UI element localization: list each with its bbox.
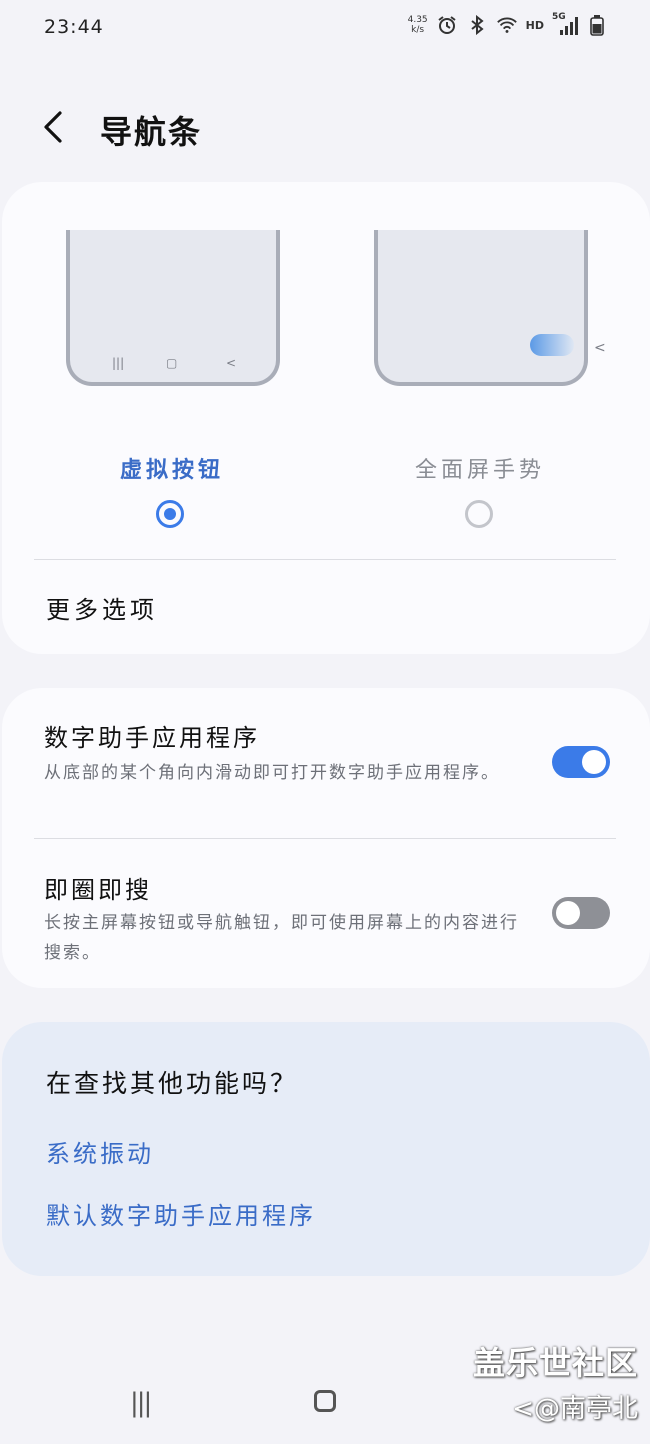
status-time: 23:44 — [44, 16, 104, 38]
net-speed: 4.35 k/s — [407, 15, 428, 35]
recent-apps-button[interactable]: ||| — [130, 1388, 152, 1418]
battery-icon — [586, 14, 608, 36]
suggestions-question: 在查找其他功能吗？ — [46, 1069, 299, 1098]
option-buttons-label[interactable]: 虚拟按钮 — [52, 452, 292, 484]
recent-apps-icon: ||| — [112, 356, 125, 370]
digital-assistant-title[interactable]: 数字助手应用程序 — [44, 718, 260, 753]
buttons-preview[interactable]: ||| ▢ < — [66, 230, 280, 386]
chevron-left-icon: < — [594, 340, 606, 356]
system-vibration-link[interactable]: 系统振动 — [46, 1134, 154, 1169]
suggestions-card: 在查找其他功能吗？ 系统振动 默认数字助手应用程序 — [2, 1022, 650, 1276]
chevron-left-icon — [44, 111, 62, 143]
default-assistant-link[interactable]: 默认数字助手应用程序 — [46, 1196, 316, 1231]
circle-to-search-title[interactable]: 即圈即搜 — [44, 870, 152, 905]
back-button[interactable] — [38, 107, 72, 147]
gesture-hint-icon — [530, 334, 574, 356]
toggle-knob — [556, 901, 580, 925]
divider — [34, 838, 616, 839]
radio-buttons-selected[interactable] — [156, 500, 184, 528]
system-navigation-bar: ||| — [0, 1370, 650, 1440]
wifi-icon — [496, 14, 518, 36]
navigation-type-card: ||| ▢ < < 虚拟按钮 全面屏手势 更多选项 — [2, 182, 650, 654]
home-icon: ▢ — [166, 356, 178, 370]
page-header: 导航条 — [0, 95, 650, 165]
alarm-icon — [436, 14, 458, 36]
digital-assistant-desc: 从底部的某个角向内滑动即可打开数字助手应用程序。 — [44, 763, 500, 783]
radio-gestures[interactable] — [465, 500, 493, 528]
circle-to-search-desc: 长按主屏幕按钮或导航触钮，即可使用屏幕上的内容进行搜索。 — [44, 913, 519, 963]
circle-to-search-toggle[interactable] — [552, 897, 610, 929]
back-icon: < — [226, 356, 237, 370]
page-title: 导航条 — [100, 113, 203, 151]
option-gestures-label[interactable]: 全面屏手势 — [360, 452, 600, 484]
status-icons: 4.35 k/s HD 5G — [407, 12, 608, 36]
status-bar: 23:44 4.35 k/s HD 5G — [0, 0, 650, 56]
divider — [34, 559, 616, 560]
toggle-knob — [582, 750, 606, 774]
bluetooth-icon — [466, 14, 488, 36]
home-button[interactable] — [314, 1390, 336, 1412]
assistant-settings-card: 数字助手应用程序 从底部的某个角向内滑动即可打开数字助手应用程序。 即圈即搜 长… — [2, 688, 650, 988]
signal-icon: 5G — [552, 12, 578, 36]
more-options-item[interactable]: 更多选项 — [46, 590, 158, 625]
digital-assistant-toggle[interactable] — [552, 746, 610, 778]
gestures-preview[interactable] — [374, 230, 588, 386]
hd-indicator: HD — [525, 18, 544, 32]
